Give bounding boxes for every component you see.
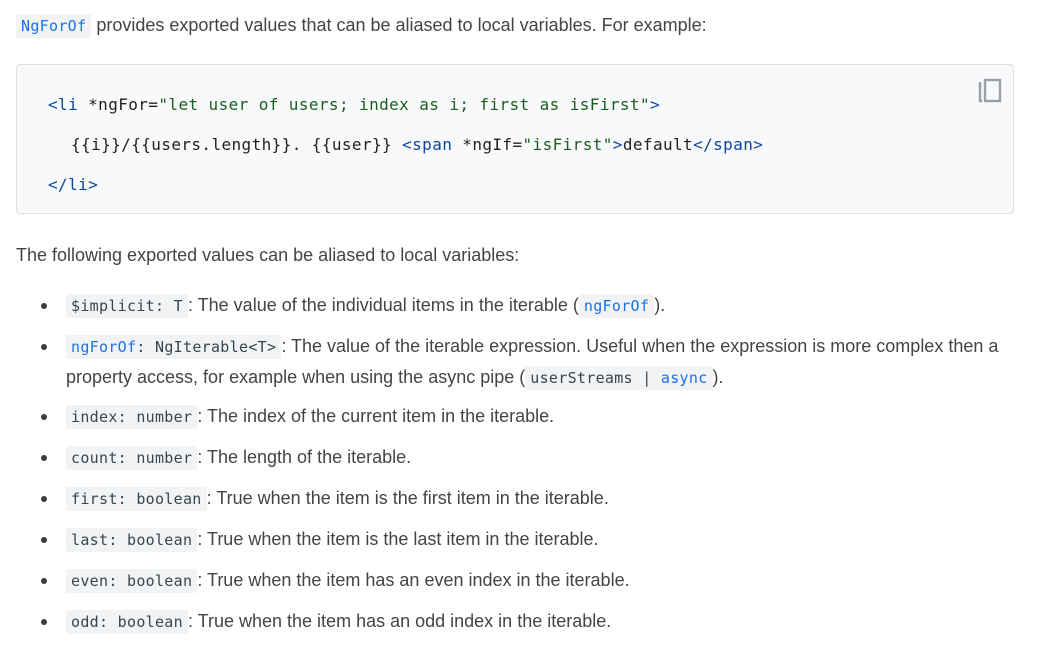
span-gt: > [612,135,623,154]
following-paragraph: The following exported values can be ali… [16,245,520,265]
span-close-tag: </span> [693,135,764,154]
item-code: count: number [66,446,198,470]
item-desc: : True when the item has an odd index in… [187,611,612,631]
code-line-2: {{i}}/{{users.length}}. {{user}} <span *… [48,133,763,173]
ngforof-link-code[interactable]: ngForOf [578,294,655,318]
list-item: $implicit: T: The value of the individua… [16,290,1006,321]
bullet-icon [41,455,47,461]
item-desc: : The value of the individual items in t… [187,295,579,315]
item-desc: : True when the item has an even index i… [197,570,630,590]
ngif-value: "isFirst" [522,135,613,154]
bullet-icon [41,344,47,350]
async-pipe-code: userStreams | async [525,366,713,390]
bullet-icon [41,578,47,584]
ngfor-attr: *ngFor= [88,95,159,114]
copy-icon [978,78,1002,103]
ngforof-code[interactable]: NgForOf [16,14,92,38]
bullet-icon [41,303,47,309]
bullet-icon [41,414,47,420]
item-code: even: boolean [66,569,198,593]
ngfor-value: "let user of users; index as i; first as… [158,95,650,114]
type-param: <T> [248,338,277,356]
list-item: first: boolean: True when the item is th… [16,483,1006,514]
li-open-tag: <li [48,95,89,114]
intro-text: provides exported values that can be ali… [91,15,707,35]
item-code: odd: boolean [66,610,188,634]
item-code: first: boolean [66,487,207,511]
async-link[interactable]: async [661,369,708,387]
bullet-icon [41,496,47,502]
list-item: index: number: The index of the current … [16,401,1006,432]
code-line-1: <li *ngFor="let user of users; index as … [48,93,763,133]
item-code: index: number [66,405,198,429]
item-desc: : True when the item is the first item i… [206,488,609,508]
intro-paragraph: NgForOf provides exported values that ca… [16,12,707,39]
list-item: ngForOf: NgIterable<T>: The value of the… [16,331,1006,393]
list-item: count: number: The length of the iterabl… [16,442,1006,473]
interpolation-text: {{i}}/{{users.length}}. {{user}} [71,135,403,154]
list-item: even: boolean: True when the item has an… [16,565,1006,596]
item-desc-end: ). [712,367,724,387]
code-example-block: <li *ngFor="let user of users; index as … [16,64,1014,214]
ngforof-link[interactable]: ngForOf [71,338,136,356]
ngiterable-prefix: : NgIterable [136,338,249,356]
item-desc: : True when the item is the last item in… [197,529,599,549]
li-close-bracket: > [649,95,661,114]
code-line-3: </li> [48,173,763,197]
span-content: default [622,135,694,154]
item-desc-end: ). [654,295,666,315]
item-code: last: boolean [66,528,198,552]
userstreams-code: userStreams | [530,369,661,387]
exported-values-list: $implicit: T: The value of the individua… [16,290,1006,647]
span-open-tag: <span [402,135,463,154]
copy-button[interactable] [977,77,1003,105]
item-desc: : The length of the iterable. [197,447,412,467]
li-close-tag: </li> [48,175,99,194]
code-lines: <li *ngFor="let user of users; index as … [48,93,763,197]
list-item: odd: boolean: True when the item has an … [16,606,1006,637]
item-code[interactable]: ngForOf: NgIterable<T> [66,335,282,359]
bullet-icon [41,619,47,625]
list-item: last: boolean: True when the item is the… [16,524,1006,555]
ngif-attr: *ngIf= [462,135,523,154]
item-desc: : The index of the current item in the i… [197,406,555,426]
bullet-icon [41,537,47,543]
item-code: $implicit: T [66,294,188,318]
